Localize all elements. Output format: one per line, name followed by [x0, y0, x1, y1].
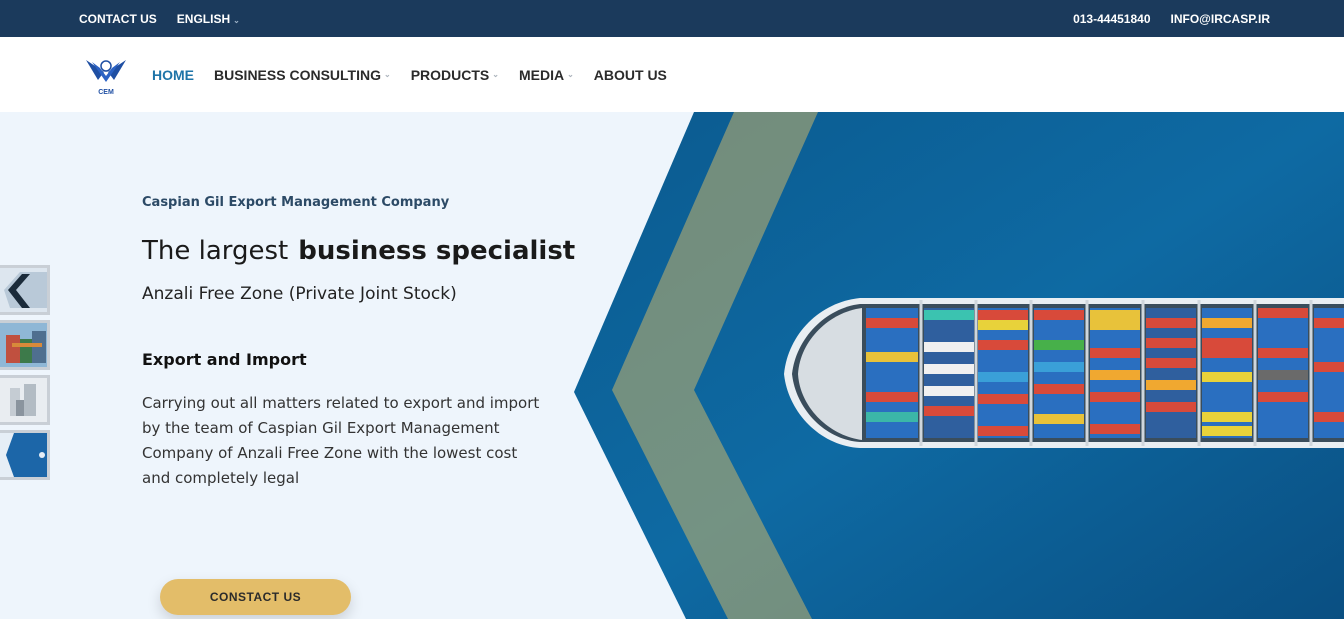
top-bar-left: CONTACT US ENGLISH ⌄	[79, 0, 240, 37]
nav-item-label: BUSINESS CONSULTING	[214, 66, 381, 83]
main-nav: CEM HOME BUSINESS CONSULTING ⌄ PRODUCTS ⌄ …	[0, 37, 1344, 112]
chevron-down-icon: ⌄	[492, 70, 499, 79]
contact-us-button[interactable]: CONSTACT US	[160, 579, 351, 615]
chevron-down-icon: ⌄	[567, 70, 574, 79]
headline-light: The largest	[142, 236, 289, 266]
hero-paragraph: Carrying out all matters related to expo…	[142, 394, 540, 487]
slide-thumbnail[interactable]	[0, 320, 50, 370]
hero-subheadline: Anzali Free Zone (Private Joint Stock)	[142, 284, 457, 304]
nav-item-label: PRODUCTS	[410, 66, 490, 83]
nav-item-home[interactable]: HOME	[152, 67, 194, 83]
ship-containers	[866, 308, 1344, 438]
slide-thumbnail[interactable]	[0, 265, 50, 315]
headline-bold: business specialist	[298, 236, 576, 266]
top-bar: CONTACT US ENGLISH ⌄ 013-44451840 INFO@IR…	[0, 0, 1344, 37]
nav-item-label: ABOUT US	[593, 66, 667, 83]
company-logo[interactable]: CEM	[84, 54, 128, 98]
slide-thumbnail[interactable]	[0, 375, 50, 425]
language-selector[interactable]: ENGLISH ⌄	[177, 12, 240, 26]
nav-item-products[interactable]: PRODUCTS ⌄	[411, 67, 499, 83]
nav-item-label: MEDIA	[518, 66, 565, 83]
nav-item-media[interactable]: MEDIA ⌄	[519, 67, 574, 83]
slide-thumbnail-active[interactable]	[0, 430, 50, 480]
company-name: Caspian Gil Export Management Company	[142, 195, 450, 210]
phone-link[interactable]: 013-44451840	[1073, 12, 1150, 26]
nav-item-business-consulting[interactable]: BUSINESS CONSULTING ⌄	[214, 67, 391, 83]
nav-item-label: HOME	[152, 66, 194, 83]
nav-menu: HOME BUSINESS CONSULTING ⌄ PRODUCTS ⌄ MEDI…	[152, 37, 667, 112]
nav-item-about-us[interactable]: ABOUT US	[594, 67, 667, 83]
chevron-down-icon: ⌄	[383, 70, 391, 79]
logo-text: CEM	[98, 89, 114, 96]
language-label: ENGLISH	[176, 11, 231, 26]
hero-headline: The largest business specialist	[142, 236, 575, 266]
top-contact-link[interactable]: CONTACT US	[79, 12, 157, 26]
hero-slider: Caspian Gil Export Management Company Th…	[0, 112, 1344, 619]
section-title: Export and Import	[142, 350, 307, 369]
email-link[interactable]: INFO@IRCASP.IR	[1171, 12, 1271, 26]
top-bar-right: 013-44451840 INFO@IRCASP.IR	[1073, 0, 1270, 37]
chevron-down-icon: ⌄	[233, 15, 240, 25]
